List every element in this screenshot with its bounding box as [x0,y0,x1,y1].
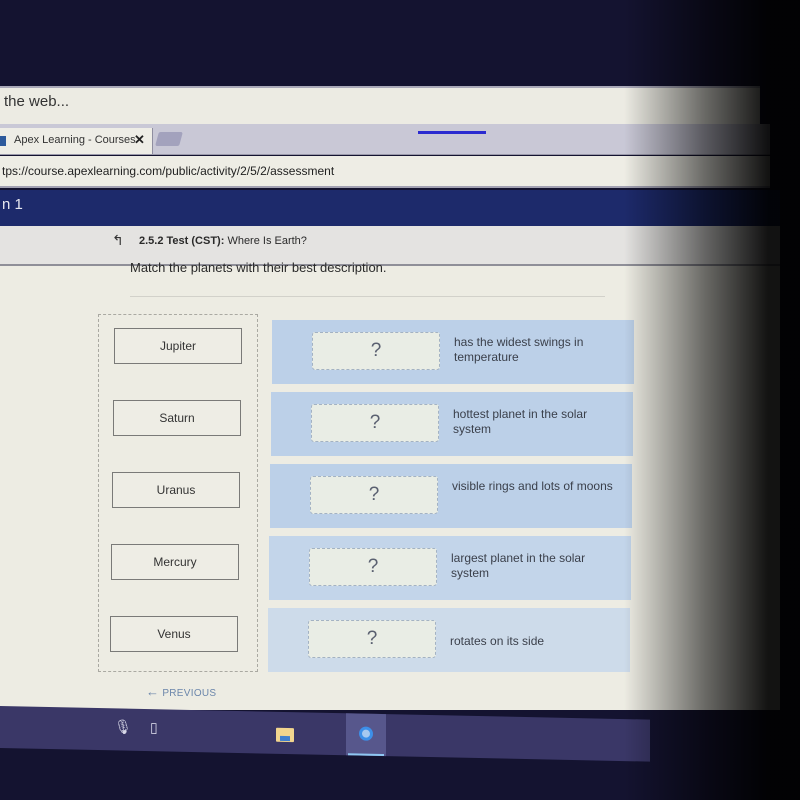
file-explorer-icon[interactable] [276,727,294,743]
search-bar[interactable]: the web... [0,86,760,126]
breadcrumb-title: Where Is Earth? [227,235,307,247]
match-description: hottest planet in the solar system [453,407,588,436]
microphone-icon[interactable]: 🎙 [114,718,132,735]
match-row: ? visible rings and lots of moons [270,464,632,528]
back-arrow-icon[interactable]: ↰ [112,232,124,249]
arrow-left-icon: ← [146,684,160,699]
match-row: ? hottest planet in the solar system [271,392,633,456]
app-header: n 1 [0,190,780,226]
search-bar-text: the web... [4,93,70,110]
draggable-term[interactable]: Saturn [113,400,241,436]
chrome-taskbar-button[interactable] [346,713,386,757]
tab-title: Apex Learning - Courses [14,134,136,146]
tab-strip: Apex Learning - Courses ✕ [0,124,770,155]
match-row: ? largest planet in the solar system [269,536,631,600]
chrome-icon [359,726,373,741]
divider [130,296,605,297]
drop-slot[interactable]: ? [311,404,439,442]
url-input[interactable] [0,161,602,181]
match-description: has the widest swings in temperature [454,335,584,364]
drop-slot[interactable]: ? [309,548,437,586]
draggable-term[interactable]: Uranus [112,472,240,508]
close-tab-icon[interactable]: ✕ [134,132,145,148]
browser-tab[interactable]: Apex Learning - Courses ✕ [0,128,153,154]
breadcrumb-section: 2.5.2 Test (CST): [139,235,225,247]
task-view-icon[interactable]: ▯ [150,719,158,736]
draggable-term[interactable]: Venus [110,616,238,652]
match-description: largest planet in the solar system [451,551,586,580]
previous-label: PREVIOUS [162,688,217,699]
match-description: rotates on its side [450,634,545,648]
drop-slot[interactable]: ? [312,332,440,370]
apex-favicon-icon [0,136,6,146]
previous-button[interactable]: ← PREVIOUS [146,684,216,699]
draggable-term[interactable]: Jupiter [114,328,242,364]
new-tab-button[interactable] [155,132,183,146]
draggable-term[interactable]: Mercury [111,544,239,580]
breadcrumb-label: 2.5.2 Test (CST): Where Is Earth? [139,235,307,247]
taskbar: 🎙 ▯ [0,706,650,762]
drop-slot[interactable]: ? [308,620,436,658]
match-description: visible rings and lots of moons [452,479,613,493]
drop-slot[interactable]: ? [310,476,438,514]
active-app-indicator [348,753,384,757]
monitor-screen: the web... Apex Learning - Courses ✕ n 1… [0,0,800,800]
match-row: ? rotates on its side [268,608,630,672]
assessment-content: ↰ 2.5.2 Test (CST): Where Is Earth? Matc… [0,226,780,710]
app-header-title: n 1 [2,196,23,213]
address-bar [0,156,770,188]
breadcrumb: ↰ 2.5.2 Test (CST): Where Is Earth? [0,226,780,266]
question-prompt: Match the planets with their best descri… [130,260,387,275]
match-row: ? has the widest swings in temperature [272,320,634,384]
loading-indicator [418,131,486,134]
